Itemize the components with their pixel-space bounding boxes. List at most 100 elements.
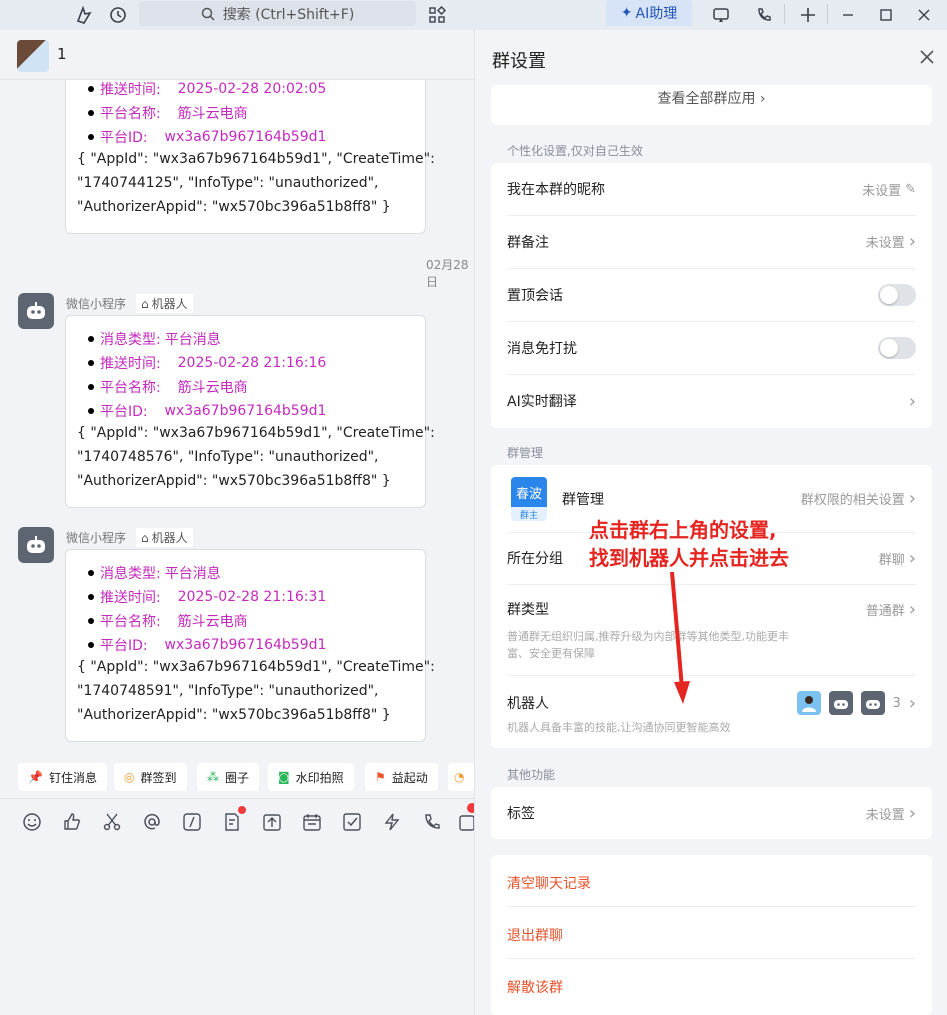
circle-chip[interactable]: ⁂ 圈子: [197, 763, 260, 791]
calendar-icon[interactable]: [300, 810, 324, 834]
message-bubble[interactable]: 推送时间: 2025-02-28 20:02:05 平台名称: 筋斗云电商 平台…: [65, 60, 435, 234]
watermark-photo-chip[interactable]: ◙ 水印拍照: [268, 763, 354, 791]
pin-chat-row: 置顶会话: [507, 268, 916, 321]
bot-avatar[interactable]: [18, 293, 54, 329]
chevron-right-icon: ›: [908, 390, 916, 412]
message-bubble[interactable]: 消息类型: 平台消息 推送时间: 2025-02-28 21:16:16 平台名称…: [65, 315, 435, 508]
ai-assistant-label: AI助理: [635, 6, 678, 22]
group-manage-label: 群管理: [562, 491, 604, 508]
notification-dot: [238, 806, 246, 814]
pin-message-chip[interactable]: 📌 钉住消息: [18, 763, 107, 791]
message-json-line: "AuthorizerAppid": "wx570bc396a51b8ff8" …: [77, 199, 391, 215]
message-json-line: { "AppId": "wx3a67b967164b59d1", "Create…: [77, 151, 435, 167]
personal-settings-card: 我在本群的昵称 未设置 ✎ 群备注 未设置 › 置顶会话 消息免打扰 AI实时翻译 …: [491, 163, 932, 428]
history-icon[interactable]: [106, 3, 130, 27]
plus-icon[interactable]: [796, 3, 820, 27]
dismiss-group-button[interactable]: 解散该群: [507, 977, 563, 997]
voice-call-icon[interactable]: [420, 810, 444, 834]
group-manage-value: 群权限的相关设置: [800, 493, 905, 508]
group-avatar[interactable]: [17, 40, 49, 72]
annotation-text: 点击群右上角的设置, 找到机器人并点击进去: [589, 518, 789, 570]
tag-value: 未设置: [865, 807, 905, 823]
bot-avatar[interactable]: [18, 527, 54, 563]
chat-title: 1: [57, 45, 67, 63]
group-folder-label: 所在分组: [507, 551, 563, 567]
message-bullet: 消息类型: 平台消息: [88, 329, 221, 349]
message-bullet: 推送时间: 2025-02-28 21:16:16: [88, 353, 326, 373]
group-apps-card: 查看全部群应用 ›: [491, 85, 932, 125]
minimize-icon[interactable]: [836, 3, 860, 27]
panel-title: 群设置: [492, 51, 546, 72]
message-json-line: { "AppId": "wx3a67b967164b59d1", "Create…: [77, 425, 435, 441]
notification-dot: [467, 803, 474, 813]
tag-label: 标签: [507, 806, 535, 822]
group-checkin-chip[interactable]: ◎ 群签到: [114, 763, 187, 791]
robot-icon: [860, 691, 885, 715]
owner-badge: 春波 群主: [511, 477, 547, 521]
message-bullet: 消息类型: 平台消息: [88, 563, 221, 583]
message-bullet: 平台名称: 筋斗云电商: [88, 377, 248, 397]
owner-name: 春波: [511, 477, 547, 507]
call-icon[interactable]: [752, 3, 776, 27]
tag-row[interactable]: 标签 未设置 ›: [507, 787, 916, 839]
owner-role: 群主: [511, 507, 547, 521]
yiqidong-chip[interactable]: ⚑ 益起动: [365, 763, 438, 791]
ai-assistant-button[interactable]: ✦ AI助理: [606, 0, 692, 26]
maximize-icon[interactable]: [874, 3, 898, 27]
remark-value: 未设置: [865, 236, 905, 251]
remark-label: 群备注: [507, 234, 549, 251]
pin-chat-label: 置顶会话: [507, 287, 563, 304]
screen-share-icon[interactable]: [709, 3, 733, 27]
nickname-row[interactable]: 我在本群的昵称 未设置 ✎: [507, 163, 916, 215]
lightning-icon[interactable]: [380, 810, 404, 834]
sparkle-icon: ✦: [620, 5, 633, 21]
message-bullet: 平台名称: 筋斗云电商: [88, 611, 248, 631]
view-all-apps-link[interactable]: 查看全部群应用 ›: [491, 88, 932, 108]
clear-history-button[interactable]: 清空聊天记录: [507, 873, 591, 893]
more-icon: ◔: [454, 770, 465, 784]
group-folder-value: 群聊: [878, 552, 905, 568]
leave-group-button[interactable]: 退出群聊: [507, 925, 563, 945]
search-input[interactable]: 搜索 (Ctrl+Shift+F): [139, 1, 416, 26]
chevron-right-icon: ›: [908, 692, 916, 714]
task-check-icon[interactable]: [340, 810, 364, 834]
video-icon[interactable]: [458, 810, 474, 834]
close-window-icon[interactable]: [912, 3, 936, 27]
message-bullet: 推送时间: 2025-02-28 21:16:31: [88, 587, 326, 607]
message-bubble[interactable]: 消息类型: 平台消息 推送时间: 2025-02-28 21:16:31 平台名称…: [65, 549, 435, 742]
close-icon[interactable]: [916, 46, 938, 68]
mute-toggle[interactable]: [878, 336, 916, 359]
robot-row[interactable]: 机器人 3 ›: [507, 687, 916, 719]
ai-translate-row[interactable]: AI实时翻译 ›: [507, 374, 916, 428]
apps-grid-icon[interactable]: [425, 3, 449, 27]
pin-icon: 📌: [28, 770, 43, 784]
mute-label: 消息免打扰: [507, 340, 577, 357]
app-logo-icon[interactable]: [72, 3, 96, 27]
scissors-icon[interactable]: [100, 810, 124, 834]
other-section-label: 其他功能: [507, 768, 556, 782]
group-type-desc: 普通群无组织归属,推荐升级为内部群等其他类型,功能更丰 富、安全更有保障: [507, 630, 789, 660]
robot-tag-icon: ⌂: [141, 296, 149, 311]
remark-row[interactable]: 群备注 未设置 ›: [507, 215, 916, 268]
emoji-icon[interactable]: [20, 810, 44, 834]
message-json-line: "1740748576", "InfoType": "unauthorized"…: [77, 449, 379, 465]
group-type-row[interactable]: 群类型 普通群 ›: [507, 593, 916, 625]
pin-chat-toggle[interactable]: [878, 283, 916, 306]
sender-name: 微信小程序: [66, 531, 127, 545]
robot-desc: 机器人具备丰富的技能,让沟通协同更智能高效: [507, 721, 731, 734]
robot-icon: [27, 536, 45, 553]
upload-icon[interactable]: [260, 810, 284, 834]
more-chip[interactable]: ◔: [448, 763, 474, 791]
mention-icon[interactable]: [140, 810, 164, 834]
slash-command-icon[interactable]: [180, 810, 204, 834]
robot-count: 3: [892, 695, 901, 711]
message-json-line: "1740744125", "InfoType": "unauthorized"…: [77, 175, 379, 191]
robot-tag-icon: ⌂: [141, 530, 149, 545]
toolbar-divider: [0, 798, 474, 799]
nickname-label: 我在本群的昵称: [507, 182, 605, 198]
chevron-right-icon: ›: [908, 547, 916, 569]
circle-icon: ⁂: [207, 770, 219, 784]
message-bullet: 推送时间: 2025-02-28 20:02:05: [88, 79, 326, 99]
thumbs-up-icon[interactable]: [60, 810, 84, 834]
message-bullet: 平台ID: wx3a67b967164b59d1: [88, 401, 326, 421]
